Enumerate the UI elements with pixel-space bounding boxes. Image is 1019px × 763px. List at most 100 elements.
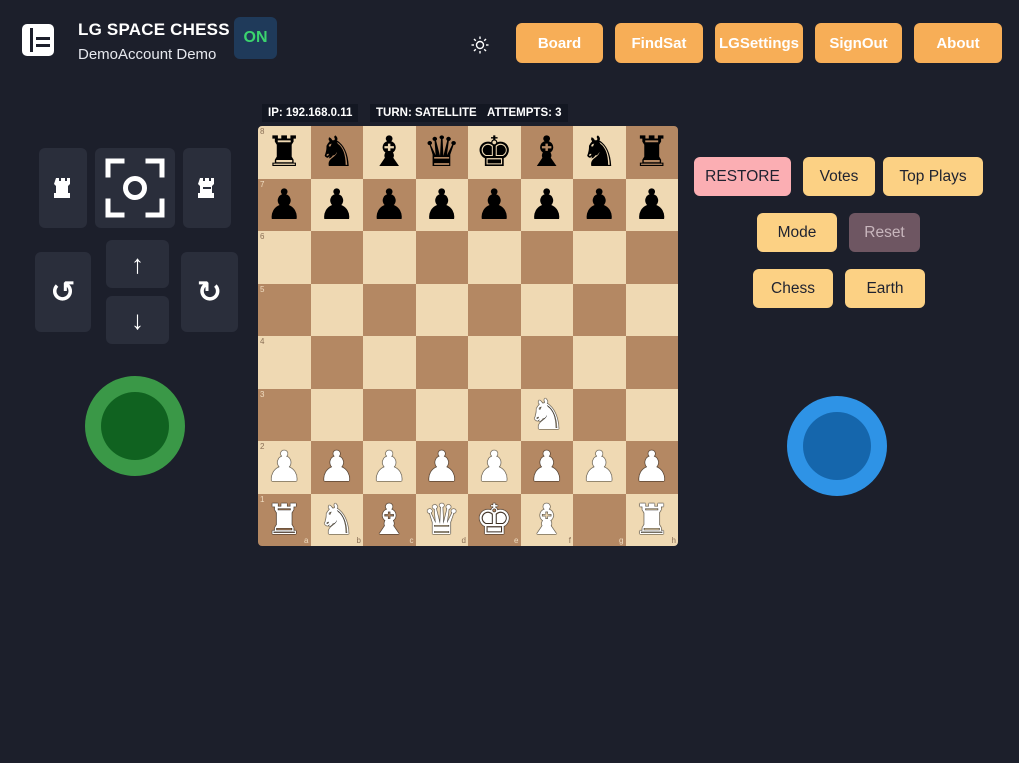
left-joystick[interactable] <box>85 376 185 476</box>
square-d2[interactable]: ♟ <box>415 441 468 494</box>
black-knight-icon[interactable]: ♞ <box>580 131 618 173</box>
square-f4[interactable] <box>520 336 573 389</box>
top-plays-button[interactable]: Top Plays <box>883 157 983 196</box>
square-d1[interactable]: d ♛ <box>415 493 468 546</box>
chess-board[interactable]: 8 ♜ ♞ ♝ ♛ ♚ ♝ ♞ ♜ 7 ♟ ♟ ♟ ♟ ♟ ♟ ♟ ♟ 6 5 4 3 ♞ 2 ♟ ♟ ♟ ♟ ♟ ♟ ♟ ♟ 1 a ♜ b ♞ c ♝ d… <box>258 126 678 546</box>
square-d6[interactable] <box>415 231 468 284</box>
left-joystick-knob[interactable] <box>101 392 169 460</box>
square-b3[interactable] <box>310 388 363 441</box>
square-d8[interactable]: ♛ <box>415 126 468 179</box>
black-pawn-icon[interactable]: ♟ <box>580 183 618 226</box>
square-f6[interactable] <box>520 231 573 284</box>
black-queen-icon[interactable]: ♛ <box>423 131 461 173</box>
square-e2[interactable]: ♟ <box>468 441 521 494</box>
square-g5[interactable] <box>573 283 626 336</box>
square-b5[interactable] <box>310 283 363 336</box>
square-c8[interactable]: ♝ <box>363 126 416 179</box>
black-king-icon[interactable]: ♚ <box>475 131 513 173</box>
white-pawn-icon[interactable]: ♟ <box>475 446 513 488</box>
square-d5[interactable] <box>415 283 468 336</box>
move-down-button[interactable]: ↓ <box>106 296 169 344</box>
white-pawn-icon[interactable]: ♟ <box>318 446 356 488</box>
tilt-left-button[interactable] <box>39 148 87 228</box>
square-c7[interactable]: ♟ <box>363 178 416 231</box>
square-b7[interactable]: ♟ <box>310 178 363 231</box>
square-f8[interactable]: ♝ <box>520 126 573 179</box>
square-b2[interactable]: ♟ <box>310 441 363 494</box>
black-pawn-icon[interactable]: ♟ <box>370 183 408 226</box>
restore-button[interactable]: RESTORE <box>694 157 791 196</box>
square-a2[interactable]: 2 ♟ <box>258 441 311 494</box>
white-bishop-icon[interactable]: ♝ <box>370 498 408 541</box>
square-f5[interactable] <box>520 283 573 336</box>
black-rook-icon[interactable]: ♜ <box>265 131 303 173</box>
square-a1[interactable]: 1 a ♜ <box>258 493 311 546</box>
white-pawn-icon[interactable]: ♟ <box>633 446 671 488</box>
square-c3[interactable] <box>363 388 416 441</box>
black-pawn-icon[interactable]: ♟ <box>318 183 356 226</box>
square-b4[interactable] <box>310 336 363 389</box>
square-h4[interactable] <box>625 336 678 389</box>
square-g3[interactable] <box>573 388 626 441</box>
black-pawn-icon[interactable]: ♟ <box>423 183 461 226</box>
white-rook-icon[interactable]: ♜ <box>265 498 303 541</box>
square-f2[interactable]: ♟ <box>520 441 573 494</box>
square-h2[interactable]: ♟ <box>625 441 678 494</box>
square-g6[interactable] <box>573 231 626 284</box>
white-knight-icon[interactable]: ♞ <box>318 498 356 541</box>
square-a6[interactable]: 6 <box>258 231 311 284</box>
square-c2[interactable]: ♟ <box>363 441 416 494</box>
chess-view-button[interactable]: Chess <box>753 269 833 308</box>
square-e7[interactable]: ♟ <box>468 178 521 231</box>
right-joystick[interactable] <box>787 396 887 496</box>
right-joystick-knob[interactable] <box>803 412 871 480</box>
tilt-right-button[interactable] <box>183 148 231 228</box>
square-e3[interactable] <box>468 388 521 441</box>
square-c4[interactable] <box>363 336 416 389</box>
white-pawn-icon[interactable]: ♟ <box>423 446 461 488</box>
earth-view-button[interactable]: Earth <box>845 269 925 308</box>
square-b6[interactable] <box>310 231 363 284</box>
square-g1[interactable]: g <box>573 493 626 546</box>
square-d4[interactable] <box>415 336 468 389</box>
square-g2[interactable]: ♟ <box>573 441 626 494</box>
black-knight-icon[interactable]: ♞ <box>318 131 356 173</box>
square-a8[interactable]: 8 ♜ <box>258 126 311 179</box>
nav-board-button[interactable]: Board <box>516 23 603 63</box>
black-bishop-icon[interactable]: ♝ <box>370 131 408 173</box>
nav-about-button[interactable]: About <box>914 23 1002 63</box>
white-rook-icon[interactable]: ♜ <box>633 498 671 541</box>
rotate-right-button[interactable]: ↻ <box>181 252 238 332</box>
square-a4[interactable]: 4 <box>258 336 311 389</box>
square-a5[interactable]: 5 <box>258 283 311 336</box>
move-up-button[interactable]: ↑ <box>106 240 169 288</box>
square-c1[interactable]: c ♝ <box>363 493 416 546</box>
reset-button[interactable]: Reset <box>849 213 920 252</box>
square-h6[interactable] <box>625 231 678 284</box>
votes-button[interactable]: Votes <box>803 157 875 196</box>
white-knight-icon[interactable]: ♞ <box>528 393 566 436</box>
black-pawn-icon[interactable]: ♟ <box>633 183 671 226</box>
square-c6[interactable] <box>363 231 416 284</box>
rotate-left-button[interactable]: ↺ <box>35 252 91 332</box>
nav-lgsettings-button[interactable]: LGSettings <box>715 23 803 63</box>
black-pawn-icon[interactable]: ♟ <box>265 183 303 226</box>
square-d7[interactable]: ♟ <box>415 178 468 231</box>
black-rook-icon[interactable]: ♜ <box>633 131 671 173</box>
square-e4[interactable] <box>468 336 521 389</box>
black-pawn-icon[interactable]: ♟ <box>475 183 513 226</box>
square-f1[interactable]: f ♝ <box>520 493 573 546</box>
white-king-icon[interactable]: ♚ <box>475 498 513 541</box>
sun-icon[interactable] <box>470 35 490 55</box>
square-c5[interactable] <box>363 283 416 336</box>
square-h8[interactable]: ♜ <box>625 126 678 179</box>
mode-button[interactable]: Mode <box>757 213 837 252</box>
square-f7[interactable]: ♟ <box>520 178 573 231</box>
white-bishop-icon[interactable]: ♝ <box>528 498 566 541</box>
square-e5[interactable] <box>468 283 521 336</box>
white-pawn-icon[interactable]: ♟ <box>265 446 303 488</box>
square-b1[interactable]: b ♞ <box>310 493 363 546</box>
square-g4[interactable] <box>573 336 626 389</box>
connection-status-badge[interactable]: ON <box>234 17 277 59</box>
square-e6[interactable] <box>468 231 521 284</box>
